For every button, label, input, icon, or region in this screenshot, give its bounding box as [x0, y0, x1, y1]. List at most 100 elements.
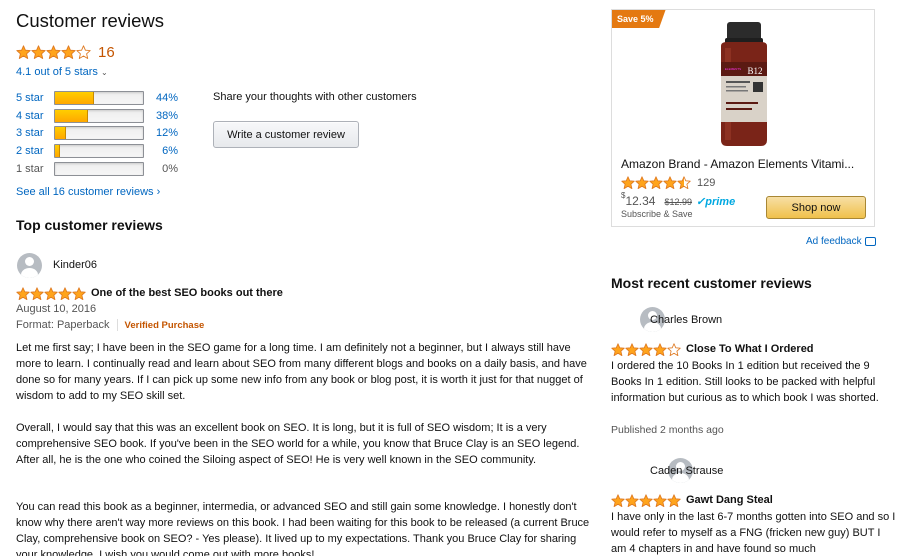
verified-purchase-badge: Verified Purchase: [124, 319, 205, 331]
star-icon: [625, 494, 639, 508]
star-icon: [61, 45, 76, 60]
avatar[interactable]: [17, 253, 42, 278]
star-icon: [653, 494, 667, 508]
histogram-row[interactable]: 2 star 6%: [16, 143, 178, 158]
histogram-label: 1 star: [16, 162, 44, 175]
star-icon: [611, 494, 625, 508]
review-title[interactable]: Gawt Dang Steal: [686, 494, 773, 506]
review-title[interactable]: One of the best SEO books out there: [91, 287, 283, 299]
histogram-bar: [54, 125, 144, 140]
star-icon: [76, 45, 91, 60]
review-date: Published 2 months ago: [611, 424, 724, 436]
star-icon: [639, 494, 653, 508]
star-icon: [46, 45, 61, 60]
recent-reviews-heading: Most recent customer reviews: [611, 275, 812, 291]
star-icon: [72, 287, 86, 301]
histogram-row[interactable]: 4 star 38%: [16, 108, 178, 123]
ad-old-price: $12.99: [664, 197, 693, 207]
write-review-button[interactable]: Write a customer review: [213, 121, 359, 148]
histogram-fill: [55, 109, 89, 122]
histogram-label[interactable]: 4 star: [16, 110, 54, 122]
star-icon: [653, 343, 667, 357]
divider: [116, 319, 118, 331]
out-of-five-link[interactable]: 4.1 out of 5 stars ⌄: [16, 66, 108, 78]
histogram-row: 1 star 0%: [16, 161, 178, 176]
histogram-percent: 0%: [162, 162, 178, 175]
feedback-bubble-icon: [864, 237, 876, 246]
star-icon: [639, 343, 653, 357]
overall-stars: [16, 45, 91, 60]
share-thoughts-text: Share your thoughts with other customers: [213, 91, 417, 103]
histogram-row[interactable]: 5 star 44%: [16, 90, 178, 105]
price-value: 12.34: [625, 194, 656, 208]
star-icon: [635, 176, 649, 190]
histogram-fill: [55, 91, 94, 104]
ad-review-count[interactable]: 129: [697, 177, 715, 189]
ad-stars[interactable]: [621, 176, 691, 190]
overall-review-count: 16: [98, 44, 115, 61]
prime-icon: ✓prime: [696, 196, 736, 208]
star-icon: [625, 343, 639, 357]
out-of-five-text: 4.1 out of 5 stars: [16, 66, 98, 78]
subscribe-save-text: Subscribe & Save: [621, 209, 693, 219]
review-paragraph: You can read this book as a beginner, in…: [16, 501, 590, 556]
histogram-bar: [54, 161, 144, 176]
histogram-label[interactable]: 3 star: [16, 127, 54, 139]
save-badge: Save 5%: [612, 10, 666, 28]
star-icon: [621, 176, 635, 190]
bottle-brand: ELEMENTS: [725, 67, 741, 71]
histogram-fill: [55, 126, 66, 139]
star-icon: [667, 494, 681, 508]
star-icon: [663, 176, 677, 190]
top-reviews-heading: Top customer reviews: [16, 217, 163, 233]
review-paragraph: Let me first say; I have been in the SEO…: [16, 342, 587, 402]
review-stars[interactable]: [611, 343, 681, 357]
review-paragraph: Overall, I would say that this was an ex…: [16, 422, 580, 466]
histogram-percent[interactable]: 44%: [146, 92, 178, 104]
bottle-label: B12: [747, 66, 762, 76]
ad-product-title[interactable]: Amazon Brand - Amazon Elements Vitami...: [621, 157, 854, 171]
histogram-row[interactable]: 3 star 12%: [16, 125, 178, 140]
reviewer-name[interactable]: Caden Strause: [650, 465, 723, 477]
histogram-label[interactable]: 5 star: [16, 92, 54, 104]
reviewer-name[interactable]: Charles Brown: [650, 314, 722, 326]
review-date: August 10, 2016: [16, 303, 97, 315]
histogram-label[interactable]: 2 star: [16, 145, 54, 157]
ad-price-row: $12.34 $12.99 ✓prime: [621, 191, 736, 208]
histogram-fill: [55, 144, 61, 157]
review-body: I have only in the last 6-7 months gotte…: [611, 511, 896, 555]
customer-reviews-heading: Customer reviews: [16, 10, 165, 31]
histogram-percent[interactable]: 12%: [146, 127, 178, 139]
star-icon: [31, 45, 46, 60]
chevron-down-icon: ⌄: [100, 68, 108, 77]
star-icon: [649, 176, 663, 190]
star-icon: [16, 287, 30, 301]
overall-rating[interactable]: 16: [16, 44, 115, 61]
product-image[interactable]: B12 ELEMENTS: [715, 22, 773, 146]
histogram-percent[interactable]: 38%: [146, 110, 178, 122]
reviewer-name[interactable]: Kinder06: [53, 259, 97, 271]
ad-price: $12.34: [621, 191, 656, 208]
shop-now-button[interactable]: Shop now: [766, 196, 866, 219]
histogram-bar: [54, 143, 144, 158]
histogram-percent[interactable]: 6%: [146, 145, 178, 157]
format-text[interactable]: Format: Paperback: [16, 319, 110, 331]
star-icon: [677, 176, 691, 190]
star-icon: [16, 45, 31, 60]
histogram-bar: [54, 90, 144, 105]
star-icon: [30, 287, 44, 301]
star-icon: [611, 343, 625, 357]
star-icon: [44, 287, 58, 301]
review-title[interactable]: Close To What I Ordered: [686, 343, 814, 355]
ad-feedback-text: Ad feedback: [806, 236, 862, 247]
ad-feedback-link[interactable]: Ad feedback: [806, 236, 876, 247]
currency-symbol: $: [621, 191, 626, 200]
sponsored-ad-card[interactable]: Save 5% B12 ELEMENTS Amazon Brand - Amaz…: [611, 9, 875, 227]
review-format: Format: Paperback Verified Purchase: [16, 319, 204, 331]
review-body: I ordered the 10 Books In 1 edition but …: [611, 360, 879, 404]
histogram-bar: [54, 108, 144, 123]
review-stars[interactable]: [611, 494, 681, 508]
star-icon: [58, 287, 72, 301]
see-all-reviews-link[interactable]: See all 16 customer reviews ›: [16, 186, 160, 198]
review-stars[interactable]: [16, 287, 86, 301]
